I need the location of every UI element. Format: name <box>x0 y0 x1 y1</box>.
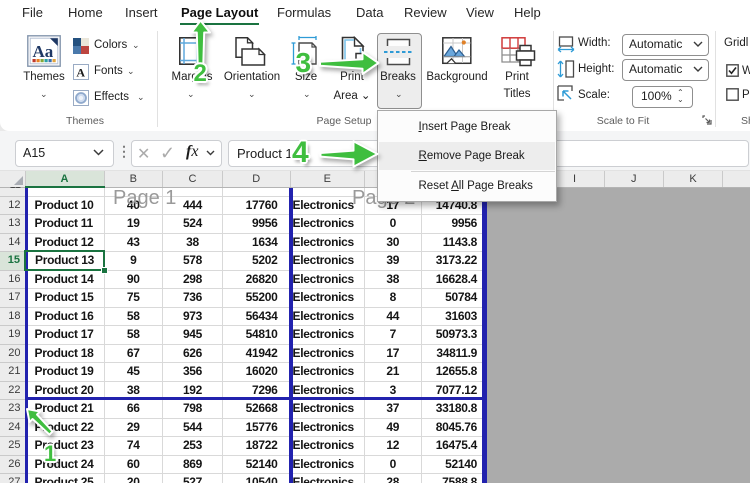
svg-text:A: A <box>76 66 85 80</box>
svg-text:Aa: Aa <box>33 42 54 61</box>
